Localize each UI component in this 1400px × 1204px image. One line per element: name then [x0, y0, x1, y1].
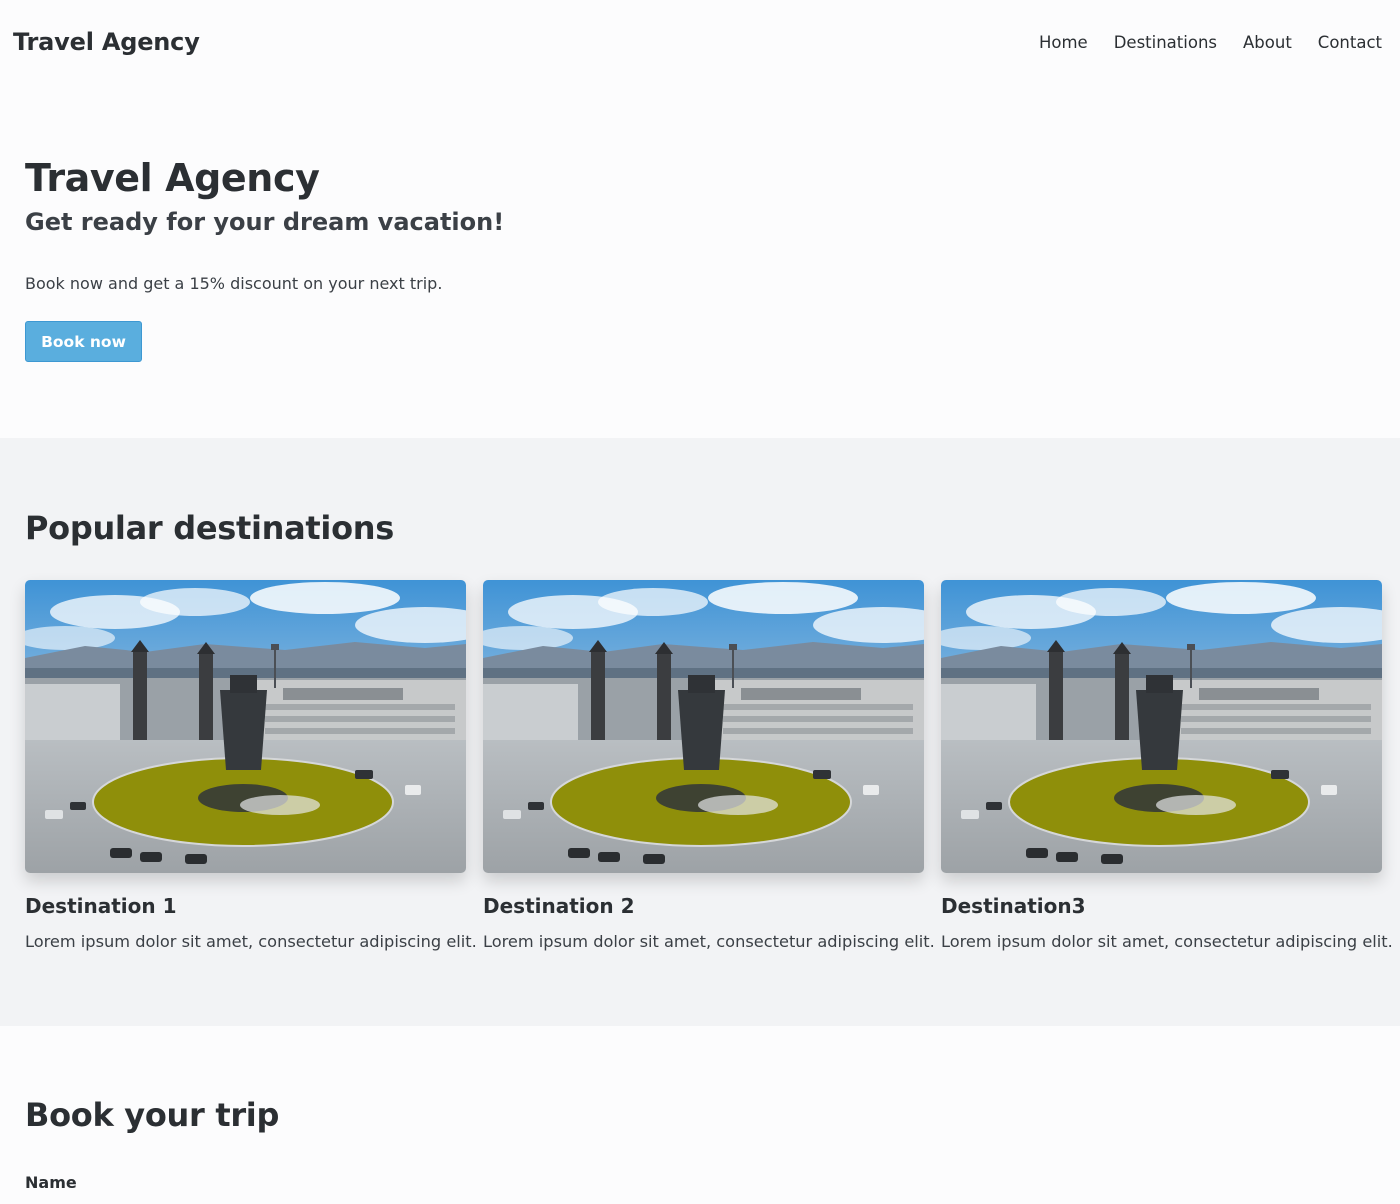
booking-section: Book your trip Name [0, 1026, 1400, 1204]
top-navbar: Travel Agency Home Destinations About Co… [0, 0, 1400, 84]
destination-title: Destination 2 [483, 894, 635, 919]
destination-title: Destination3 [941, 894, 1086, 919]
destination-image [483, 580, 924, 874]
nav-links: Home Destinations About Contact [1039, 33, 1382, 52]
nav-link-destinations[interactable]: Destinations [1114, 33, 1217, 52]
destination-description: Lorem ipsum dolor sit amet, consectetur … [941, 932, 1393, 952]
destination-image [941, 580, 1382, 874]
hero-description: Book now and get a 15% discount on your … [25, 274, 443, 294]
destination-cards: Destination 1 Lorem ipsum dolor sit amet… [25, 580, 1393, 952]
hero-section: Travel Agency Get ready for your dream v… [0, 84, 1400, 438]
popular-destinations-title: Popular destinations [25, 509, 394, 547]
destination-description: Lorem ipsum dolor sit amet, consectetur … [483, 932, 935, 952]
destination-image [25, 580, 466, 874]
nav-link-home[interactable]: Home [1039, 33, 1088, 52]
nav-link-about[interactable]: About [1243, 33, 1292, 52]
booking-title: Book your trip [25, 1096, 280, 1134]
destination-card[interactable]: Destination 1 Lorem ipsum dolor sit amet… [25, 580, 477, 952]
destination-card[interactable]: Destination 2 Lorem ipsum dolor sit amet… [483, 580, 935, 952]
brand-logo[interactable]: Travel Agency [13, 28, 200, 56]
hero-title: Travel Agency [25, 156, 320, 200]
popular-destinations-section: Popular destinations Destination 1 Lorem… [0, 438, 1400, 1026]
name-label: Name [25, 1173, 77, 1193]
hero-subtitle: Get ready for your dream vacation! [25, 207, 505, 236]
destination-card[interactable]: Destination3 Lorem ipsum dolor sit amet,… [941, 580, 1393, 952]
nav-link-contact[interactable]: Contact [1318, 33, 1382, 52]
destination-description: Lorem ipsum dolor sit amet, consectetur … [25, 932, 477, 952]
destination-title: Destination 1 [25, 894, 177, 919]
book-now-button[interactable]: Book now [25, 321, 142, 363]
